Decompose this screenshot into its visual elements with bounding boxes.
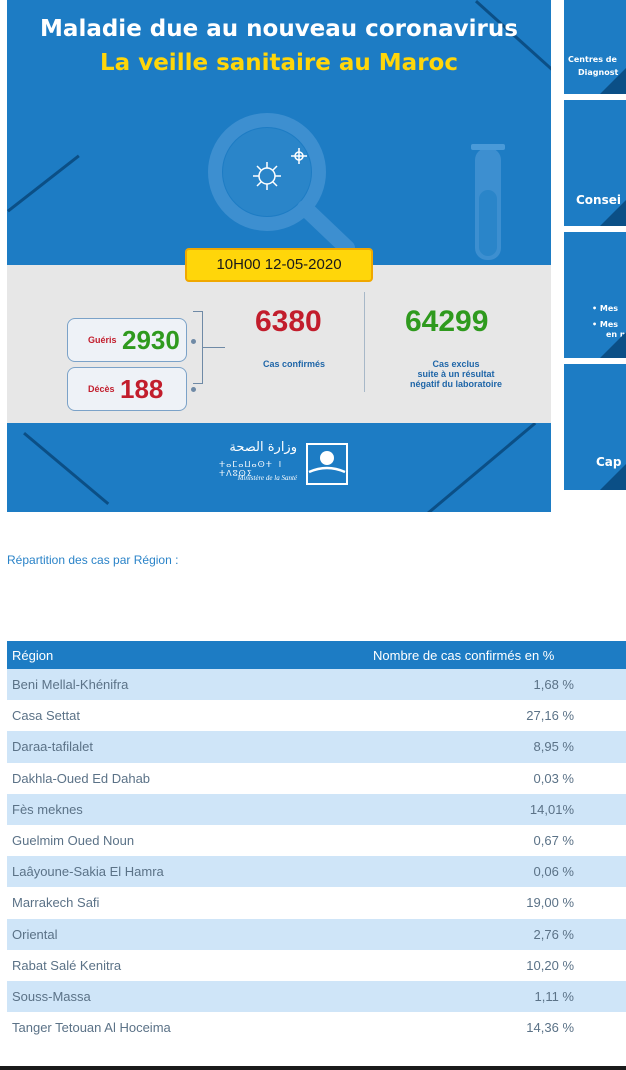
stats-divider (364, 292, 365, 392)
card-corner (600, 68, 626, 94)
connector-dot (191, 387, 196, 392)
connector-dot (191, 339, 196, 344)
ministry-logo-icon (306, 443, 348, 485)
confirmed-label: Cas confirmés (262, 359, 326, 369)
banner-decor-line (427, 422, 537, 512)
excluded-count: 64299 (405, 305, 489, 338)
region-name: Rabat Salé Kenitra (12, 957, 122, 973)
region-percent: 0,03 % (533, 770, 574, 786)
card-corner (600, 464, 626, 490)
table-row: Dakhla-Oued Ed Dahab 0,03 % (7, 763, 626, 794)
table-row: Tanger Tetouan Al Hoceima 14,36 % (7, 1012, 626, 1043)
table-row: Daraa-tafilalet 8,95 % (7, 731, 626, 763)
region-percent: 1,68 % (533, 677, 574, 692)
table-header: Région Nombre de cas confirmés en % (7, 641, 626, 669)
recovered-box: Guéris 2930 (67, 318, 187, 362)
region-name: Guelmim Oued Noun (12, 832, 135, 848)
region-section-title: Répartition des cas par Région : (7, 553, 179, 567)
column-header-percent: Nombre de cas confirmés en % (373, 648, 555, 663)
ministry-name-arabic: وزارة الصحة (229, 440, 297, 455)
table-row: Oriental 2,76 % (7, 918, 626, 950)
banner-subtitle: La veille sanitaire au Maroc (100, 50, 458, 76)
region-percent: 10,20 % (526, 957, 574, 973)
test-tube-icon (471, 144, 505, 260)
region-name: Laâyoune-Sakia El Hamra (12, 864, 164, 880)
magnifier-icon (208, 113, 505, 260)
side-card-text: • Mes (592, 304, 619, 313)
bracket-connector (193, 311, 203, 384)
region-percent: 14,01% (529, 801, 574, 817)
table-row: Marrakech Safi 19,00 % (7, 887, 626, 918)
ministry-logo: وزارة الصحة ⵜⴰⵎⴰⵡⴰⵙⵜ ⵏ ⵜⴷⵓⵙⵉ Ministère d… (219, 440, 349, 496)
bottom-border (0, 1066, 626, 1070)
card-corner (600, 332, 626, 358)
side-card-diagnostic[interactable]: Centres de Diagnost (564, 0, 626, 94)
excluded-label-line: négatif du laboratoire (409, 379, 502, 389)
region-percent: 27,16 % (526, 708, 574, 724)
deaths-box: Décès 188 (67, 367, 187, 411)
excluded-label-line: suite à un résultat (417, 369, 495, 379)
bracket-connector (203, 347, 225, 348)
side-card-conseils[interactable]: Consei (564, 100, 626, 226)
excluded-label-line: Cas exclus (432, 359, 480, 369)
side-card-text: • Mes (592, 320, 619, 329)
table-row: Fès meknes 14,01% (7, 793, 626, 825)
region-percent: 14,36 % (526, 1020, 574, 1036)
region-percent: 19,00 % (526, 895, 574, 911)
region-percent: 8,95 % (533, 739, 574, 755)
table-body: Beni Mellal-Khénifra 1,68 % Casa Settat 27,… (7, 669, 626, 1043)
banner-decor-line (23, 432, 110, 506)
side-card-text: Centres de (568, 55, 617, 64)
region-name: Casa Settat (12, 708, 80, 724)
region-name: Beni Mellal-Khénifra (12, 677, 129, 692)
region-name: Tanger Tetouan Al Hoceima (12, 1020, 171, 1036)
side-card-capsules[interactable]: Cap (564, 364, 626, 490)
page-root: Maladie due au nouveau coronavirus La ve… (0, 0, 626, 1070)
covid-banner[interactable]: Maladie due au nouveau coronavirus La ve… (7, 0, 551, 512)
region-name: Fès meknes (12, 801, 83, 817)
region-percent: 1,11 % (534, 988, 574, 1004)
banner-decor-line (7, 154, 80, 213)
region-name: Oriental (12, 926, 58, 942)
region-name: Daraa-tafilalet (12, 739, 93, 755)
confirmed-count: 6380 (255, 305, 322, 338)
banner-title: Maladie due au nouveau coronavirus (40, 16, 518, 42)
region-name: Souss-Massa (12, 988, 91, 1004)
region-name: Marrakech Safi (12, 895, 100, 911)
excluded-label: Cas exclus suite à un résultat négatif d… (391, 359, 521, 389)
column-header-region: Région (12, 648, 54, 663)
region-name: Dakhla-Oued Ed Dahab (12, 770, 151, 786)
table-row: Laâyoune-Sakia El Hamra 0,06 % (7, 856, 626, 888)
table-row: Guelmim Oued Noun 0,67 % (7, 825, 626, 856)
region-table: Région Nombre de cas confirmés en % Beni… (7, 641, 626, 1043)
region-percent: 0,06 % (533, 864, 574, 880)
table-row: Casa Settat 27,16 % (7, 700, 626, 731)
ministry-name-french: Ministère de la Santé (237, 474, 297, 482)
table-row: Beni Mellal-Khénifra 1,68 % (7, 669, 626, 701)
recovered-label: Guéris (88, 335, 117, 345)
deaths-count: 188 (120, 374, 164, 404)
region-percent: 2,76 % (533, 926, 574, 942)
side-card-mesures[interactable]: • Mes • Mes en m (564, 232, 626, 358)
table-row: Souss-Massa 1,11 % (7, 980, 626, 1013)
recovered-count: 2930 (122, 325, 180, 355)
deaths-label: Décès (88, 384, 115, 394)
card-corner (600, 200, 626, 226)
date-badge: 10H00 12-05-2020 (185, 248, 373, 282)
table-row: Rabat Salé Kenitra 10,20 % (7, 950, 626, 981)
region-percent: 0,67 % (533, 832, 574, 848)
